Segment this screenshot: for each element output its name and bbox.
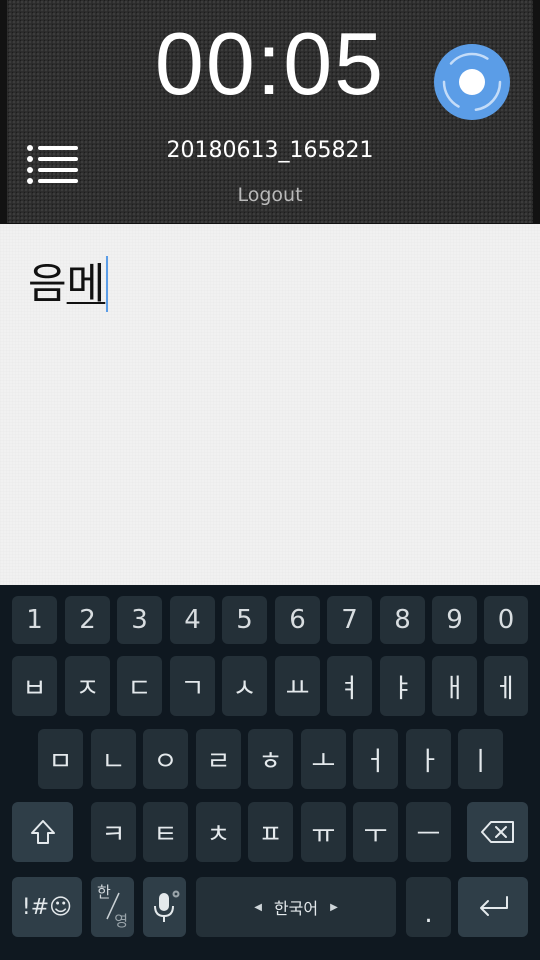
key-1[interactable]: 1 (12, 596, 57, 644)
key-jamo-i[interactable]: ㅣ (458, 729, 503, 789)
key-jamo-j[interactable]: ㅈ (65, 656, 110, 716)
record-button[interactable] (434, 44, 510, 120)
key-jamo-ya[interactable]: ㅑ (380, 656, 425, 716)
key-6[interactable]: 6 (275, 596, 320, 644)
key-jamo-o[interactable]: ㅗ (301, 729, 346, 789)
period-key-label: . (424, 899, 433, 929)
key-jamo-e[interactable]: ㅔ (484, 656, 528, 716)
key-jamo-k[interactable]: ㅋ (91, 802, 136, 862)
period-key[interactable]: . (406, 877, 451, 937)
key-jamo-s[interactable]: ㅅ (222, 656, 267, 716)
key-jamo-eu[interactable]: ㅡ (406, 802, 451, 862)
key-jamo-p[interactable]: ㅍ (248, 802, 293, 862)
key-0[interactable]: 0 (484, 596, 528, 644)
key-jamo-yeo[interactable]: ㅕ (327, 656, 372, 716)
key-7[interactable]: 7 (327, 596, 372, 644)
key-jamo-r[interactable]: ㄹ (196, 729, 241, 789)
key-jamo-ng[interactable]: ㅇ (143, 729, 188, 789)
key-jamo-b[interactable]: ㅂ (12, 656, 57, 716)
shift-key[interactable] (12, 802, 73, 862)
recorder-header: 00:05 20180613_165821 Logout (0, 0, 540, 224)
enter-key[interactable] (458, 877, 528, 937)
key-4[interactable]: 4 (170, 596, 215, 644)
symbols-key-label: !#☺ (21, 894, 73, 920)
korean-keyboard: 1 2 3 4 5 6 7 8 9 0 ㅂ ㅈ ㄷ ㄱ ㅅ ㅛ ㅕ ㅑ ㅐ ㅔ … (0, 585, 540, 960)
key-jamo-d[interactable]: ㄷ (117, 656, 162, 716)
key-3[interactable]: 3 (117, 596, 162, 644)
symbols-key[interactable]: !#☺ (12, 877, 82, 937)
language-toggle-english: 영 (114, 912, 128, 930)
backspace-key[interactable] (467, 802, 528, 862)
microphone-icon (153, 890, 179, 922)
session-filename: 20180613_165821 (166, 138, 374, 163)
key-jamo-yo[interactable]: ㅛ (275, 656, 320, 716)
note-editor[interactable]: 음메 (0, 224, 540, 585)
enter-icon (480, 896, 508, 916)
key-jamo-m[interactable]: ㅁ (38, 729, 83, 789)
note-text: 음메 (28, 256, 109, 312)
key-8[interactable]: 8 (380, 596, 425, 644)
key-jamo-a[interactable]: ㅏ (406, 729, 451, 789)
key-jamo-t[interactable]: ㅌ (143, 802, 188, 862)
key-jamo-ch[interactable]: ㅊ (196, 802, 241, 862)
key-jamo-n[interactable]: ㄴ (91, 729, 136, 789)
backspace-icon (480, 821, 514, 843)
shift-arrow-icon (30, 820, 55, 844)
logout-link[interactable]: Logout (0, 184, 540, 206)
voice-input-key[interactable] (143, 877, 186, 937)
key-5[interactable]: 5 (222, 596, 267, 644)
key-2[interactable]: 2 (65, 596, 110, 644)
space-key[interactable]: ◀ 한국어 ▶ (196, 877, 396, 937)
key-jamo-ae[interactable]: ㅐ (432, 656, 477, 716)
key-jamo-eo[interactable]: ㅓ (353, 729, 398, 789)
text-caret (106, 256, 109, 312)
space-left-arrow-icon: ◀ (254, 901, 262, 913)
key-jamo-h[interactable]: ㅎ (248, 729, 293, 789)
space-right-arrow-icon: ▶ (330, 901, 338, 913)
space-language-label: 한국어 (273, 899, 319, 918)
committed-text: 음 (28, 259, 67, 308)
composing-text: 메 (66, 259, 106, 308)
key-jamo-g[interactable]: ㄱ (170, 656, 215, 716)
record-dot-icon (459, 69, 485, 95)
key-jamo-u[interactable]: ㅜ (353, 802, 398, 862)
key-jamo-yu[interactable]: ㅠ (301, 802, 346, 862)
language-toggle-key[interactable]: 한 영 (91, 877, 134, 937)
key-9[interactable]: 9 (432, 596, 477, 644)
